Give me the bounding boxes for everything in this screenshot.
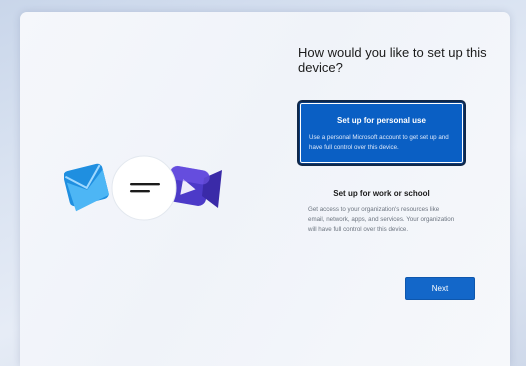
option-personal-use-description: Use a personal Microsoft account to get … — [309, 134, 449, 151]
option-work-or-school-description: Get access to your organization's resour… — [308, 206, 455, 233]
oobe-window: How would you like to set up this device… — [20, 12, 510, 366]
setup-illustration — [64, 155, 222, 221]
option-work-or-school[interactable]: Set up for work or school Get access to … — [299, 177, 464, 237]
page-title: How would you like to set up this device… — [298, 45, 487, 75]
mail-icon — [64, 163, 110, 212]
option-personal-use-label: Set up for personal use — [337, 116, 426, 125]
next-button[interactable]: Next — [405, 277, 475, 300]
option-work-or-school-label: Set up for work or school — [333, 189, 430, 198]
chat-bubble-icon — [111, 155, 177, 221]
option-personal-use[interactable]: Set up for personal use Use a personal M… — [299, 102, 464, 164]
